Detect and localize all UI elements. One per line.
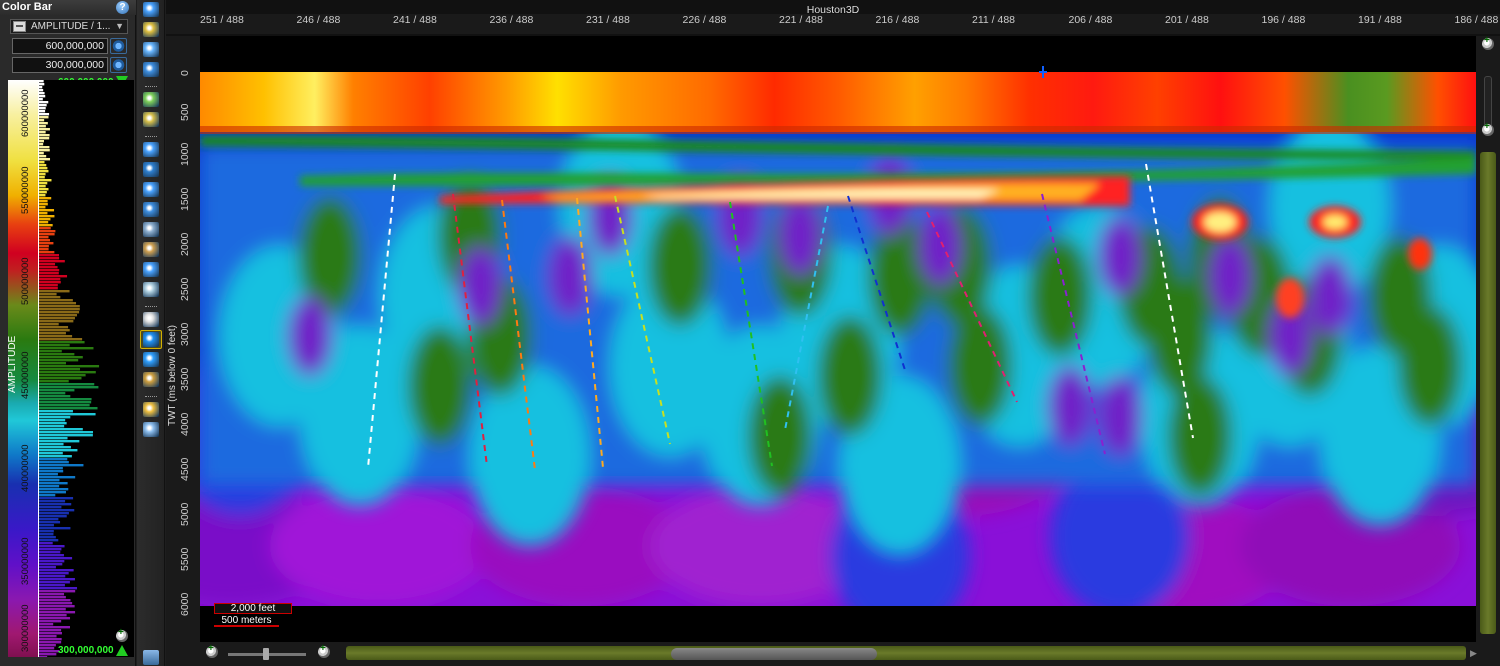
cb-tick-label: 300000000 xyxy=(20,604,31,652)
attribute-icon xyxy=(13,21,26,32)
pen-icon[interactable] xyxy=(143,402,159,417)
camera-icon[interactable] xyxy=(143,372,159,387)
scale-meters-label: 500 meters xyxy=(214,615,279,627)
zoom-fit-icon[interactable] xyxy=(143,42,159,57)
trace-tick-label: 191 / 488 xyxy=(1358,14,1402,26)
time-tick-label: 5500 xyxy=(179,547,191,571)
trace-tick-label: 186 / 488 xyxy=(1454,14,1499,26)
help-icon[interactable]: ? xyxy=(116,1,129,14)
time-axis-title: TWT (ms below 0 feet) xyxy=(167,325,178,426)
time-tick-label: 0 xyxy=(179,70,191,76)
color-bar-panel: Color Bar ? AMPLITUDE / 1... ▼ 600,000,0… xyxy=(0,0,136,666)
section-icon[interactable] xyxy=(143,332,159,347)
seismic-section[interactable]: 2,000 feet 500 meters xyxy=(200,36,1476,642)
seismic-view: Houston3D 251 / 488 246 / 488 241 / 488 236… xyxy=(166,0,1500,666)
trace-tick-label: 236 / 488 xyxy=(489,14,534,26)
time-tick-label: 4500 xyxy=(179,457,191,481)
toolbar-separator xyxy=(145,86,157,88)
color-bar-axis-title: AMPLITUDE xyxy=(7,335,18,393)
time-tick-label: 500 xyxy=(179,103,191,121)
time-tick-label: 2500 xyxy=(179,277,191,301)
cb-tick-label: 400000000 xyxy=(20,444,31,492)
horizon-icon[interactable] xyxy=(143,112,159,127)
min-value-input[interactable]: 300,000,000 xyxy=(12,57,108,73)
time-tick-label: 4000 xyxy=(179,412,191,436)
trace-tick-label: 216 / 488 xyxy=(875,14,920,26)
attribute-select-value: AMPLITUDE / 1... xyxy=(31,21,111,32)
brush-icon[interactable] xyxy=(143,312,159,327)
scale-bar: 2,000 feet 500 meters xyxy=(214,603,296,627)
bottom-range-handle[interactable] xyxy=(116,645,128,656)
ruler-icon[interactable] xyxy=(143,422,159,437)
cb-tick-label: 450000000 xyxy=(20,351,31,399)
refresh-max-icon[interactable] xyxy=(110,38,127,54)
trace-tick-label: 241 / 488 xyxy=(393,14,437,26)
scale-feet-label: 2,000 feet xyxy=(214,603,292,614)
polygon-icon[interactable] xyxy=(143,262,159,277)
horizontal-zoom-in-icon[interactable] xyxy=(318,643,330,658)
time-tick-label: 3500 xyxy=(179,367,191,391)
time-tick-label: 1000 xyxy=(179,142,191,166)
time-tick-label: 1500 xyxy=(179,187,191,211)
time-tick-label: 5000 xyxy=(179,502,191,526)
seed-icon[interactable] xyxy=(143,282,159,297)
cb-tick-label: 350000000 xyxy=(20,537,31,585)
pointer-icon[interactable] xyxy=(143,2,159,17)
cb-tick-label: 550000000 xyxy=(20,166,31,214)
trace-tick-label: 201 / 488 xyxy=(1165,14,1209,26)
rotate-icon[interactable] xyxy=(143,62,159,77)
pick-horizon-icon[interactable] xyxy=(143,92,159,107)
toolbar-overflow-icon[interactable] xyxy=(143,650,159,665)
max-value-input[interactable]: 600,000,000 xyxy=(12,38,108,54)
horizontal-zoom-knob[interactable] xyxy=(263,648,269,660)
horizontal-scroll-area: ◀ ▶ xyxy=(166,642,1500,666)
toolbar-separator xyxy=(145,136,157,138)
vertical-scroll-area xyxy=(1476,35,1500,642)
chevron-down-icon: ▼ xyxy=(115,21,124,31)
amplitude-histogram xyxy=(38,80,134,657)
vertical-scrollbar[interactable] xyxy=(1480,152,1496,634)
cube-icon[interactable] xyxy=(143,242,159,257)
time-tick-label: 6000 xyxy=(179,592,191,616)
time-tick-label: 3000 xyxy=(179,322,191,346)
refresh-min-icon[interactable] xyxy=(110,57,127,73)
fault-edit-icon[interactable] xyxy=(143,202,159,217)
bottom-marker-label: 300,000,000 xyxy=(58,645,114,656)
trace-tick-label: 196 / 488 xyxy=(1261,14,1306,26)
vertical-zoom-out-icon[interactable] xyxy=(1482,121,1494,136)
attribute-select[interactable]: AMPLITUDE / 1... ▼ xyxy=(10,19,128,34)
toolbar-separator xyxy=(145,306,157,308)
trace-tick-label: 226 / 488 xyxy=(682,14,727,26)
trace-tick-label: 211 / 488 xyxy=(972,14,1016,26)
cb-tick-label: 500000000 xyxy=(20,257,31,305)
fault-stick-icon[interactable] xyxy=(143,182,159,197)
toolbar-separator xyxy=(145,396,157,398)
horizontal-scrollbar[interactable] xyxy=(346,646,1466,660)
trace-tick-label: 251 / 488 xyxy=(200,14,244,26)
fault-segment-icon[interactable] xyxy=(143,162,159,177)
trace-tick-label: 231 / 488 xyxy=(586,14,630,26)
seismic-amplitude-image xyxy=(200,36,1476,642)
layer-icon[interactable] xyxy=(143,222,159,237)
zoom-box-icon[interactable] xyxy=(143,22,159,37)
app-window: Color Bar ? AMPLITUDE / 1... ▼ 600,000,0… xyxy=(0,0,1500,666)
vertical-toolbar xyxy=(137,0,165,666)
fault-pick-icon[interactable] xyxy=(143,142,159,157)
select-rect-icon[interactable] xyxy=(143,352,159,367)
time-tick-label: 2000 xyxy=(179,232,191,256)
trace-tick-label: 246 / 488 xyxy=(296,14,341,26)
cb-tick-label: 600000000 xyxy=(20,89,31,137)
horizontal-scroll-thumb[interactable] xyxy=(671,648,877,660)
horizontal-zoom-out-icon[interactable] xyxy=(206,643,218,658)
vertical-zoom-in-icon[interactable] xyxy=(1482,35,1494,50)
scroll-right-icon[interactable]: ▶ xyxy=(1470,648,1477,659)
trace-ruler: 251 / 488 246 / 488 241 / 488 236 / 488 231 … xyxy=(166,14,1500,34)
time-ruler: TWT (ms below 0 feet) 0 500 1000 1500 2000 25… xyxy=(166,36,200,646)
trace-tick-label: 221 / 488 xyxy=(779,14,823,26)
trace-tick-label: 206 / 488 xyxy=(1068,14,1113,26)
zoom-out-icon[interactable] xyxy=(116,627,128,642)
